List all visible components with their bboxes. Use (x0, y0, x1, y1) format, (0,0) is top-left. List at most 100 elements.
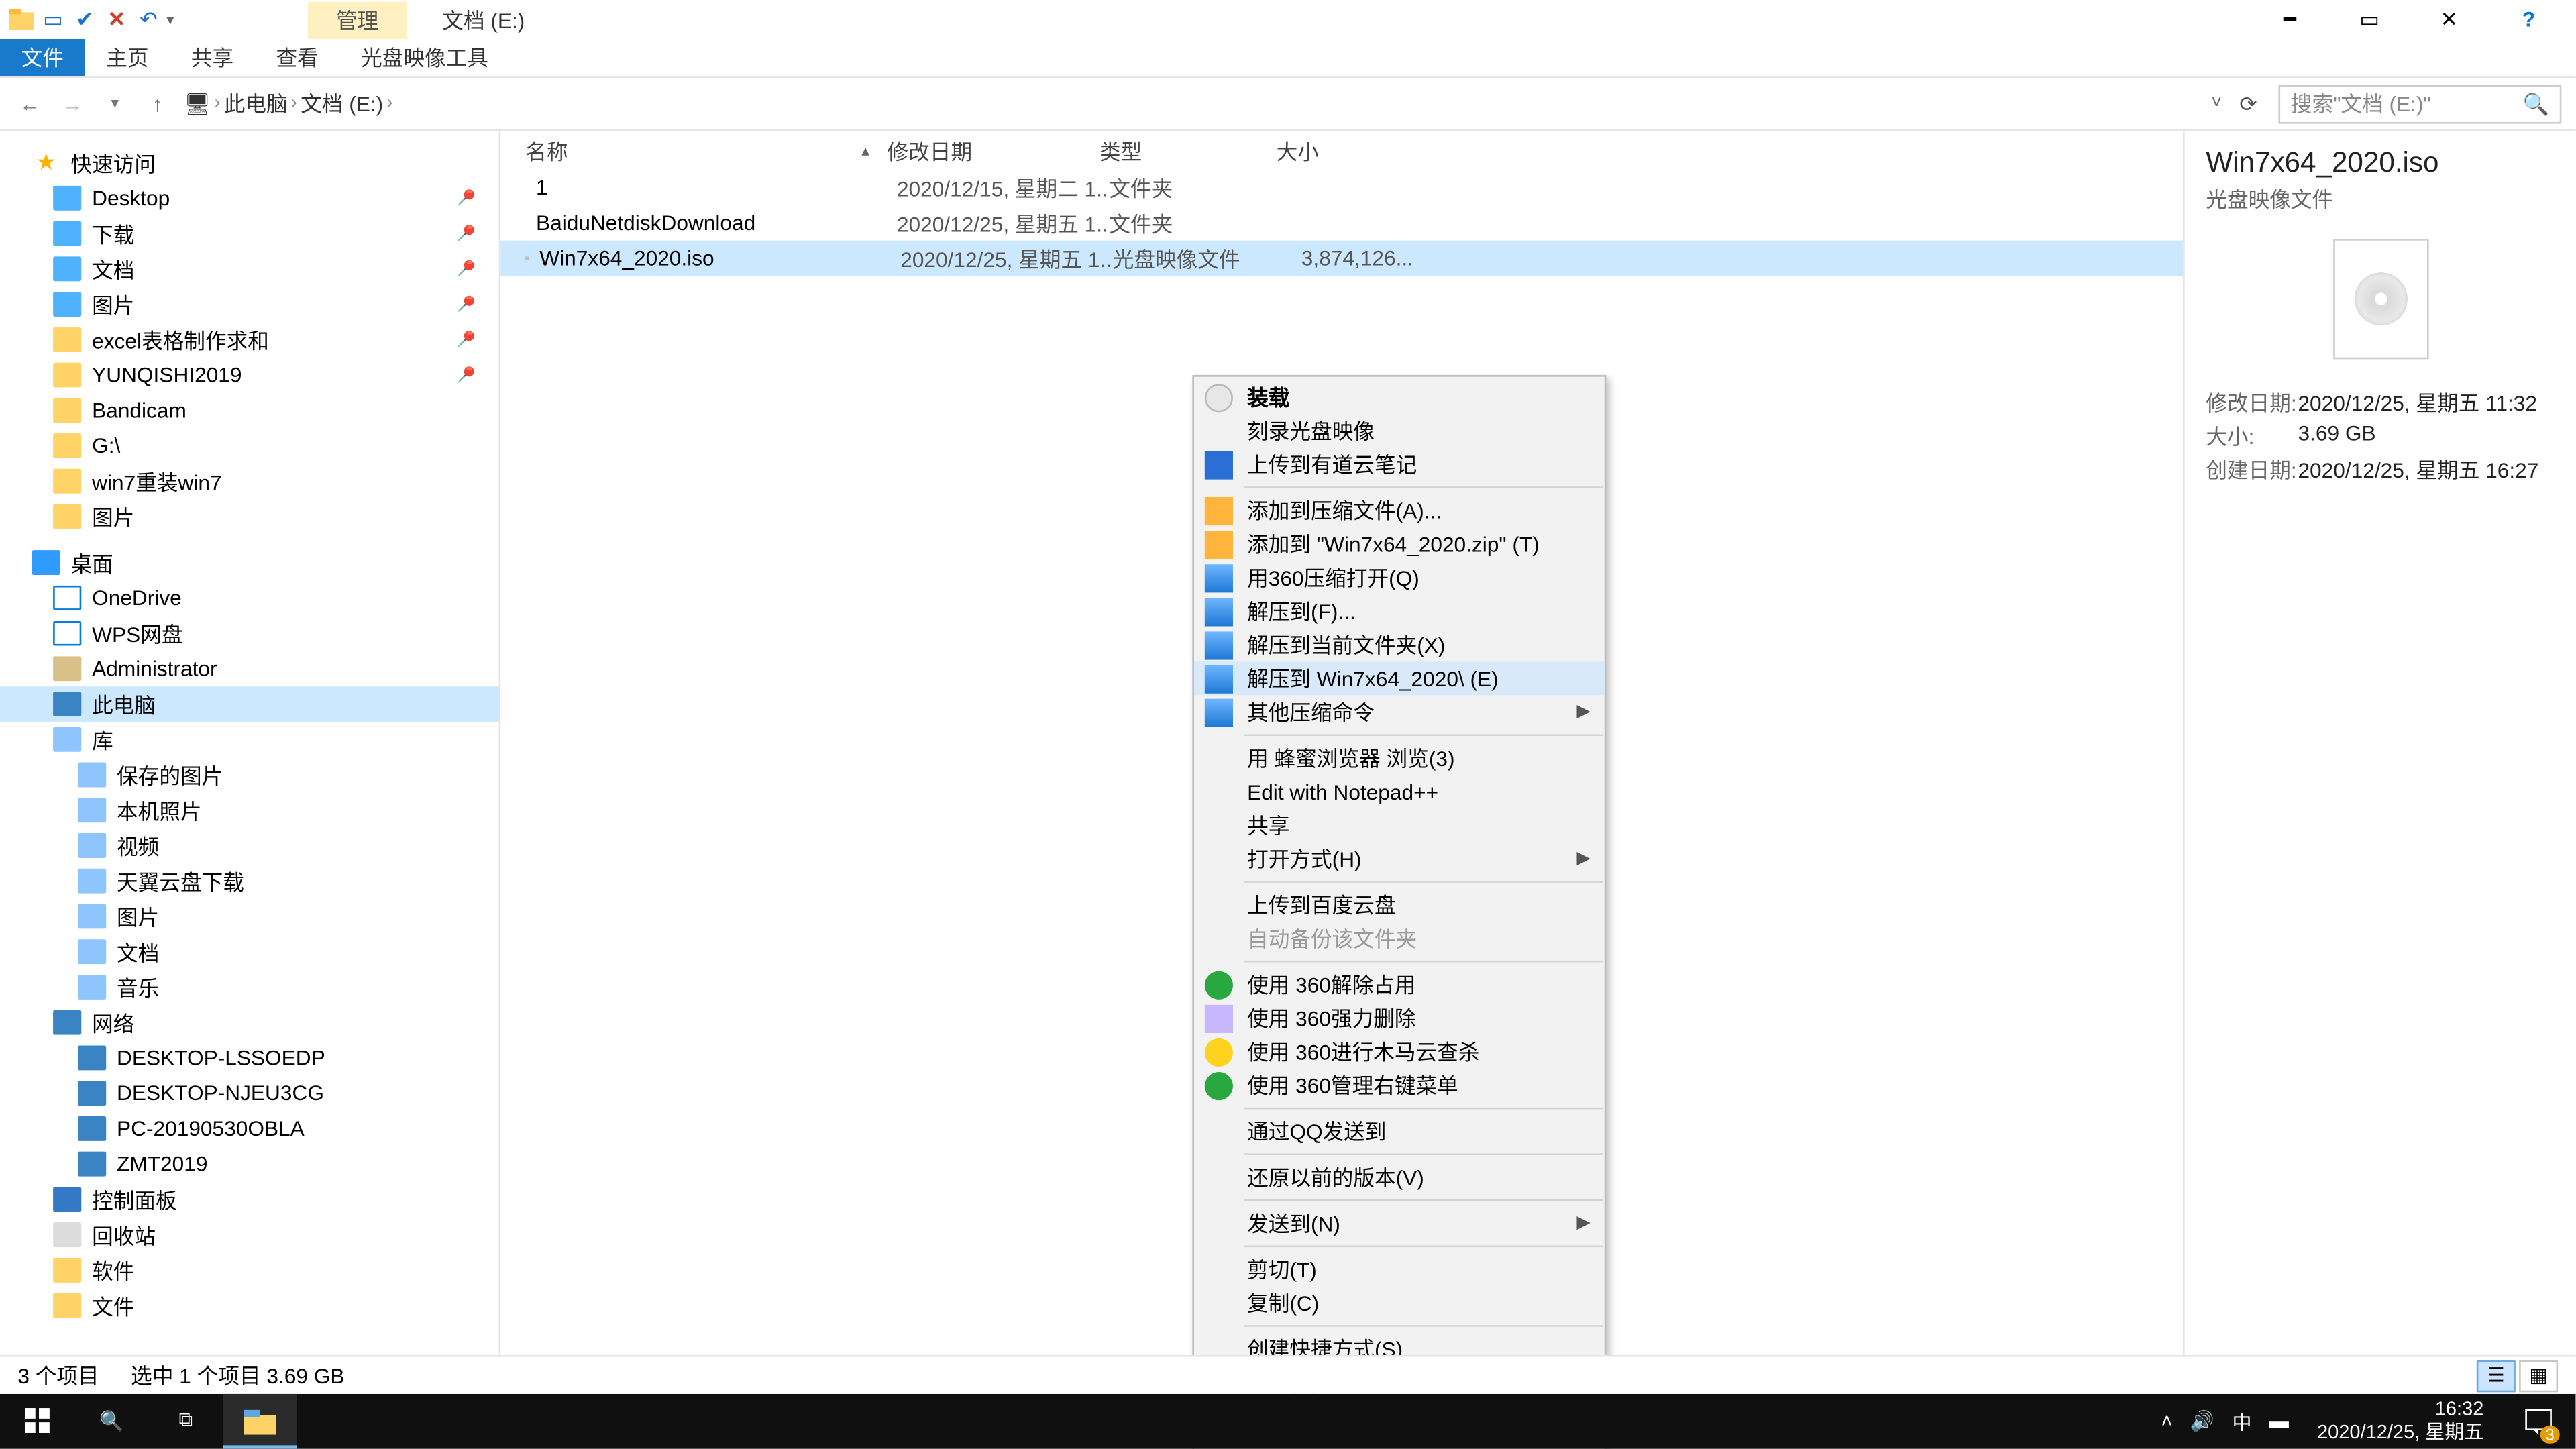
tab-disc-image-tools[interactable]: 光盘映像工具 (339, 39, 509, 76)
minimize-button[interactable]: ━ (2250, 0, 2330, 39)
view-thumbnails-button[interactable]: ▦ (2519, 1360, 2558, 1391)
context-menu-item[interactable]: 复制(C) (1194, 1286, 1605, 1320)
tree-item[interactable]: ★快速访问 (0, 145, 499, 180)
col-size[interactable]: 大小 (1277, 136, 1401, 166)
context-menu-item[interactable]: 使用 360管理右键菜单 (1194, 1069, 1605, 1102)
context-menu-item[interactable]: 共享 (1194, 808, 1605, 842)
maximize-button[interactable]: ▭ (2330, 0, 2410, 39)
breadcrumb-item[interactable]: 此电脑 (224, 89, 288, 119)
context-menu-item[interactable]: Edit with Notepad++ (1194, 775, 1605, 808)
file-row[interactable]: 12020/12/15, 星期二 1...文件夹 (500, 170, 2183, 205)
tree-item[interactable]: OneDrive (0, 580, 499, 616)
tree-item[interactable]: G:\ (0, 428, 499, 464)
taskbar[interactable]: 🔍 ⧉ ˄ 🔊 中 ▬ 16:32 2020/12/25, 星期五 3 (0, 1394, 2575, 1449)
context-menu-item[interactable]: 解压到(F)... (1194, 594, 1605, 628)
close-button[interactable]: ✕ (2410, 0, 2489, 39)
tree-item[interactable]: 图片 (0, 899, 499, 934)
breadcrumb[interactable]: 🖥 › 此电脑 › 文档 (E:) › (184, 89, 392, 119)
tree-item[interactable]: WPS网盘 (0, 616, 499, 651)
tray-overflow-icon[interactable]: ˄ (2161, 1411, 2173, 1432)
tree-item[interactable]: Administrator (0, 651, 499, 686)
tree-item[interactable]: 图片 (0, 499, 499, 535)
task-view-button[interactable]: ⧉ (149, 1394, 223, 1449)
context-menu-item[interactable]: 通过QQ发送到 (1194, 1114, 1605, 1148)
tree-item[interactable]: 软件 (0, 1252, 499, 1288)
tree-item[interactable]: 文档 (0, 934, 499, 969)
context-menu-item[interactable]: 打开方式(H)▶ (1194, 842, 1605, 875)
tree-item[interactable]: 网络 (0, 1005, 499, 1040)
qat-delete-icon[interactable]: ✕ (103, 5, 131, 34)
help-button[interactable]: ? (2489, 0, 2569, 39)
tree-item[interactable]: 桌面 (0, 545, 499, 580)
file-list[interactable]: 名称 ▴ 修改日期 类型 大小 12020/12/15, 星期二 1...文件夹… (500, 131, 2183, 1395)
context-menu-item[interactable]: 用 蜂蜜浏览器 浏览(3) (1194, 741, 1605, 775)
qat-properties-icon[interactable]: ▭ (39, 5, 67, 34)
qat-save-icon[interactable]: ✔ (70, 5, 99, 34)
tree-item[interactable]: DESKTOP-NJEU3CG (0, 1075, 499, 1111)
tree-item[interactable]: Desktop📍 (0, 180, 499, 216)
tree-item[interactable]: 库 (0, 722, 499, 757)
search-button[interactable]: 🔍 (74, 1394, 149, 1449)
nav-recent-dropdown[interactable]: ▾ (99, 94, 131, 113)
nav-tree[interactable]: ★快速访问Desktop📍下载📍文档📍图片📍excel表格制作求和📍YUNQIS… (0, 131, 500, 1395)
search-input[interactable]: 搜索"文档 (E:)" 🔍 (2278, 84, 2561, 123)
context-menu-item[interactable]: 解压到 Win7x64_2020\ (E) (1194, 661, 1605, 695)
nav-up[interactable]: ↑ (142, 91, 173, 116)
context-menu-item[interactable]: 剪切(T) (1194, 1252, 1605, 1286)
tree-item[interactable]: 图片📍 (0, 286, 499, 322)
col-name[interactable]: 名称 (525, 136, 897, 166)
context-menu-item[interactable]: 使用 360进行木马云查杀 (1194, 1035, 1605, 1069)
tree-item[interactable]: win7重装win7 (0, 464, 499, 499)
tab-view[interactable]: 查看 (255, 39, 340, 76)
tab-home[interactable]: 主页 (85, 39, 170, 76)
qat-dropdown[interactable]: ▾ (166, 10, 184, 30)
context-menu-item[interactable]: 解压到当前文件夹(X) (1194, 628, 1605, 661)
refresh-button[interactable]: ⟳ (2239, 91, 2257, 116)
taskbar-explorer[interactable] (223, 1394, 297, 1449)
tree-item[interactable]: YUNQISHI2019📍 (0, 358, 499, 393)
context-menu-item[interactable]: 上传到有道云笔记 (1194, 447, 1605, 481)
tree-item[interactable]: 音乐 (0, 969, 499, 1005)
volume-icon[interactable]: 🔊 (2190, 1410, 2214, 1433)
context-menu-item[interactable]: 还原以前的版本(V) (1194, 1161, 1605, 1194)
tree-item[interactable]: 回收站 (0, 1217, 499, 1252)
context-menu[interactable]: 装载刻录光盘映像上传到有道云笔记添加到压缩文件(A)...添加到 "Win7x6… (1192, 375, 1606, 1449)
context-menu-item[interactable]: 其他压缩命令▶ (1194, 695, 1605, 729)
tree-item[interactable]: 保存的图片 (0, 757, 499, 793)
qat-undo-icon[interactable]: ↶ (134, 5, 162, 34)
ime-indicator[interactable]: 中 (2232, 1407, 2251, 1436)
file-row[interactable]: Win7x64_2020.iso2020/12/25, 星期五 1...光盘映像… (500, 241, 2183, 276)
tree-item[interactable]: 视频 (0, 828, 499, 863)
context-menu-item[interactable]: 使用 360强力删除 (1194, 1002, 1605, 1035)
context-menu-item[interactable]: 发送到(N)▶ (1194, 1206, 1605, 1240)
clock[interactable]: 16:32 2020/12/25, 星期五 (2306, 1400, 2494, 1443)
tree-item[interactable]: 天翼云盘下载 (0, 863, 499, 899)
breadcrumb-item[interactable]: 文档 (E:) (301, 89, 383, 119)
context-menu-item[interactable]: 添加到 "Win7x64_2020.zip" (T) (1194, 527, 1605, 561)
tree-item[interactable]: 控制面板 (0, 1182, 499, 1218)
context-menu-item[interactable]: 使用 360解除占用 (1194, 967, 1605, 1001)
context-menu-item[interactable]: 添加到压缩文件(A)... (1194, 494, 1605, 527)
address-dropdown[interactable]: ˅ (2211, 94, 2221, 113)
file-row[interactable]: BaiduNetdiskDownload2020/12/25, 星期五 1...… (500, 205, 2183, 241)
contextual-tab-manage[interactable]: 管理 (308, 1, 407, 38)
tab-share[interactable]: 共享 (170, 39, 255, 76)
security-icon[interactable]: ▬ (2269, 1411, 2289, 1432)
tree-item[interactable]: Bandicam (0, 392, 499, 428)
nav-forward[interactable]: → (56, 91, 88, 116)
tree-item[interactable]: 文档📍 (0, 251, 499, 286)
tree-item[interactable]: 本机照片 (0, 792, 499, 828)
context-menu-item[interactable]: 装载 (1194, 380, 1605, 414)
tree-item[interactable]: 此电脑 (0, 686, 499, 722)
tree-item[interactable]: PC-20190530OBLA (0, 1111, 499, 1146)
tree-item[interactable]: excel表格制作求和📍 (0, 322, 499, 358)
system-tray[interactable]: ˄ 🔊 中 ▬ 16:32 2020/12/25, 星期五 3 (2161, 1394, 2576, 1449)
tree-item[interactable]: 下载📍 (0, 216, 499, 252)
tree-item[interactable]: DESKTOP-LSSOEDP (0, 1040, 499, 1076)
context-menu-item[interactable]: 用360压缩打开(Q) (1194, 561, 1605, 594)
action-center[interactable]: 3 (2512, 1394, 2565, 1449)
tab-file[interactable]: 文件 (0, 39, 85, 76)
start-button[interactable] (0, 1394, 74, 1449)
column-headers[interactable]: 名称 ▴ 修改日期 类型 大小 (500, 131, 2183, 170)
tree-item[interactable]: 文件 (0, 1288, 499, 1324)
